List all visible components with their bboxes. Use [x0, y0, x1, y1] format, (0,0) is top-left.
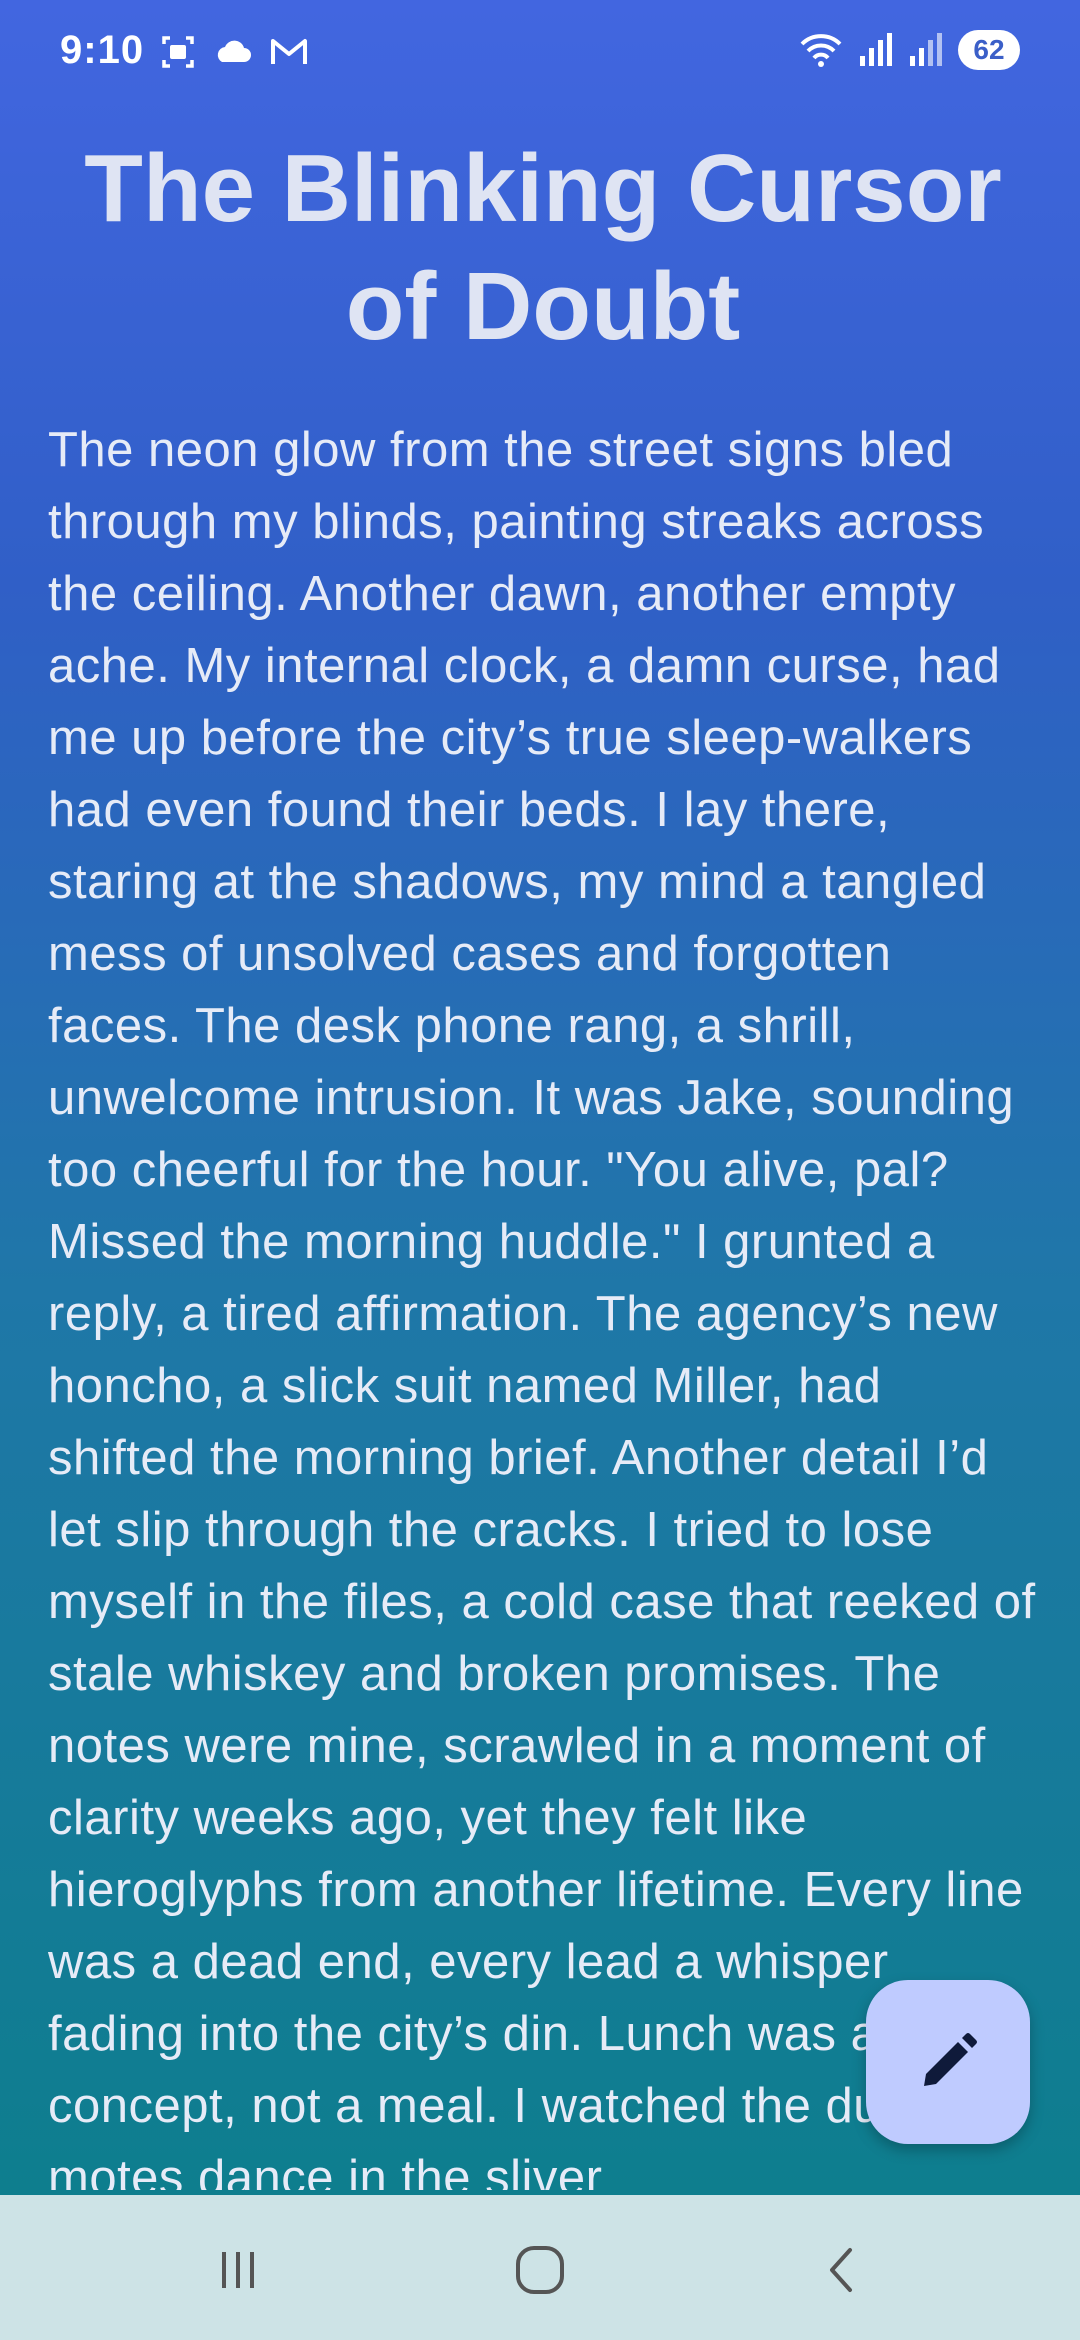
back-icon [830, 2248, 852, 2292]
signal-icon-2 [910, 33, 942, 66]
wifi-icon [800, 34, 842, 67]
battery-indicator: 62 [958, 30, 1020, 70]
navigation-bar [0, 2195, 1080, 2340]
status-bar: 9:10 62 [0, 0, 1080, 110]
status-time: 9:10 [60, 28, 145, 72]
cloud-icon [217, 40, 251, 62]
status-icons-left [158, 32, 310, 72]
pencil-icon [924, 2033, 977, 2086]
recents-button[interactable] [198, 2235, 278, 2305]
back-button[interactable] [802, 2235, 882, 2305]
home-button[interactable] [500, 2235, 580, 2305]
edit-fab-button[interactable] [866, 1980, 1030, 2144]
home-icon [516, 2246, 564, 2294]
recents-icon [222, 2252, 254, 2288]
story-content[interactable]: The Blinking Cursor of Doubt The neon gl… [48, 130, 1038, 2190]
signal-icon [860, 33, 892, 66]
story-body: The neon glow from the street signs bled… [48, 423, 1036, 2190]
gmail-icon [271, 39, 307, 64]
status-icons-right: 62 [798, 30, 1020, 70]
screenshot-icon [162, 36, 194, 68]
story-title: The Blinking Cursor of Doubt [84, 135, 1002, 360]
